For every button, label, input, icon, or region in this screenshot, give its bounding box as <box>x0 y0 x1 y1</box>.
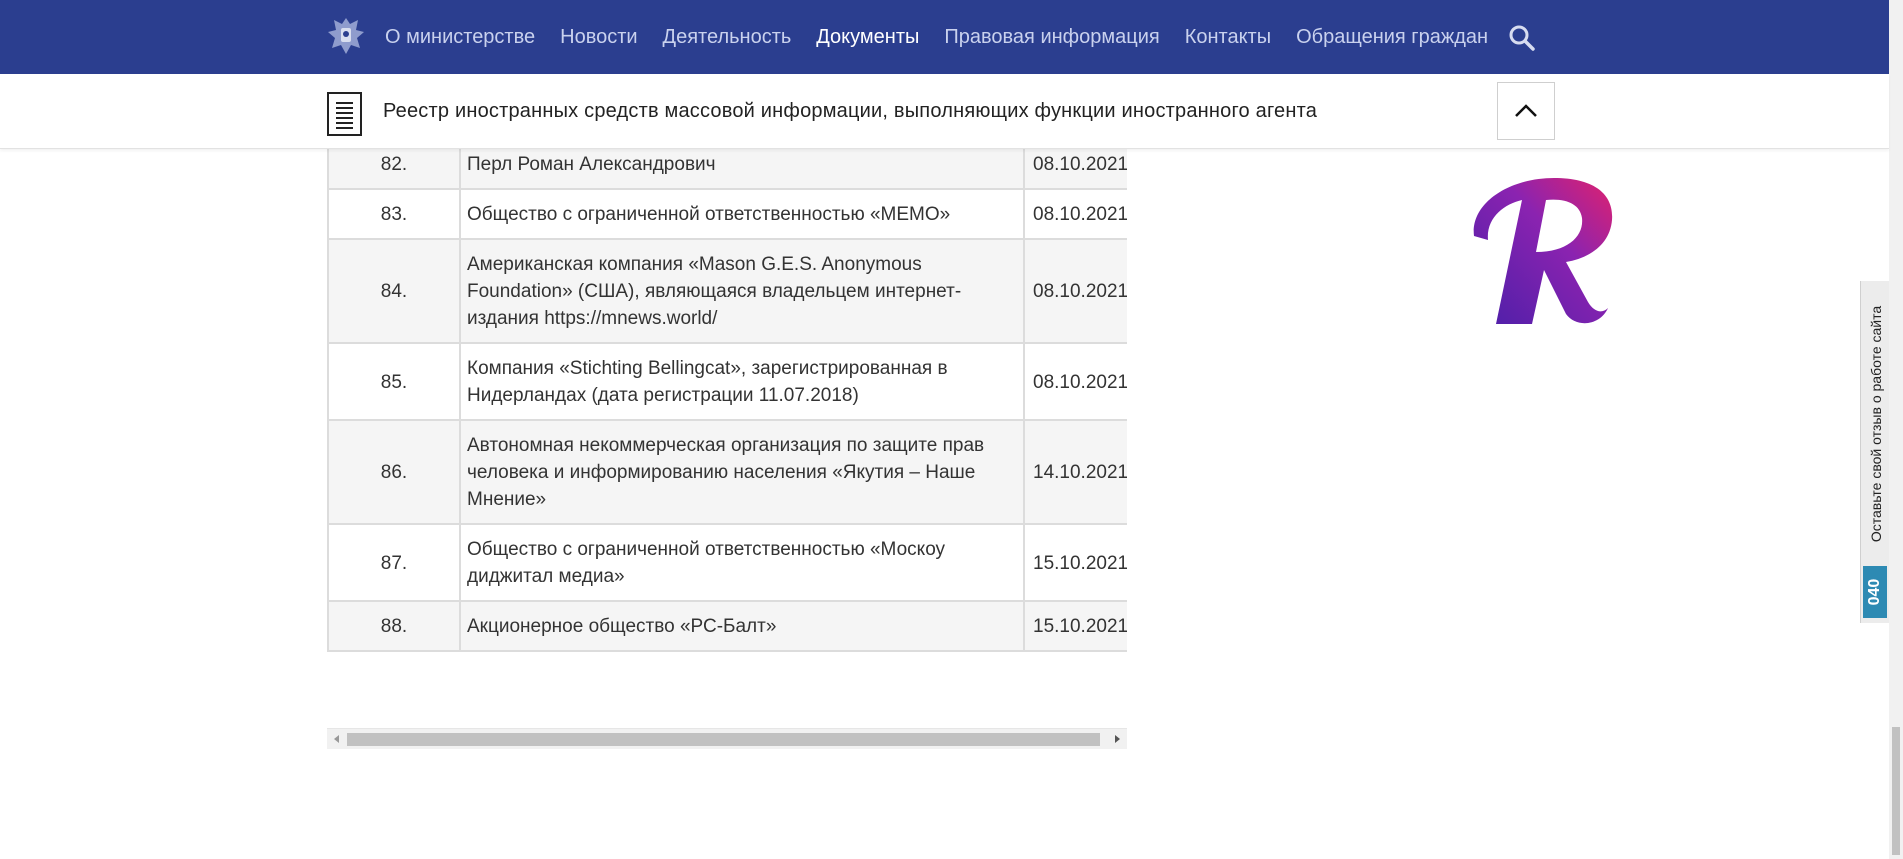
row-name-cell: Компания «Stichting Bellingcat», зарегис… <box>459 342 1025 421</box>
table-row: 83. Общество с ограниченной ответственнос… <box>327 188 1127 240</box>
feedback-counter-badge: 040 <box>1863 566 1887 618</box>
page-title: Реестр иностранных средств массовой инфо… <box>383 100 1318 122</box>
top-navigation-bar: О министерстве Новости Деятельность Докумен… <box>0 0 1889 74</box>
row-date-cell: 14.10.2021 <box>1023 419 1127 525</box>
registry-header: Реестр иностранных средств массовой инфо… <box>0 74 1889 149</box>
row-date-cell: 08.10.2021 <box>1023 188 1127 240</box>
row-name-cell: Акционерное общество «РС-Балт» <box>459 600 1025 652</box>
nav-item-4[interactable]: Правовая информация <box>944 26 1159 49</box>
search-icon[interactable] <box>1508 24 1536 52</box>
registry-table-container[interactable]: 82. Перл Роман Александрович 08.10.2021 83.… <box>327 140 1127 728</box>
table-row: 86. Автономная некоммерческая организация… <box>327 419 1127 525</box>
nav-item-5[interactable]: Контакты <box>1185 26 1271 49</box>
document-icon[interactable] <box>327 92 362 136</box>
row-name-cell: Общество с ограниченной ответственностью… <box>459 523 1025 602</box>
row-number-cell: 85. <box>327 342 461 421</box>
main-menu: О министерстве Новости Деятельность Докумен… <box>385 0 1513 74</box>
registry-table: 82. Перл Роман Александрович 08.10.2021 83.… <box>327 140 1127 652</box>
row-name-cell: Американская компания «Mason G.E.S. Anon… <box>459 238 1025 344</box>
nav-item-3[interactable]: Документы <box>816 26 919 49</box>
table-row: 85. Компания «Stichting Bellingcat», заре… <box>327 342 1127 421</box>
row-date-cell: 08.10.2021 <box>1023 238 1127 344</box>
page-vertical-scrollbar[interactable] <box>1889 0 1903 859</box>
page-scrollbar-thumb[interactable] <box>1892 727 1900 855</box>
row-date-cell: 15.10.2021 <box>1023 523 1127 602</box>
table-row: 87. Общество с ограниченной ответственнос… <box>327 523 1127 602</box>
row-date-cell: 08.10.2021 <box>1023 342 1127 421</box>
row-number-cell: 84. <box>327 238 461 344</box>
r-letter-logo <box>1473 178 1613 324</box>
feedback-label: Оставьте свой отзыв о работе сайта <box>1868 305 1884 543</box>
horizontal-scrollbar[interactable] <box>327 728 1127 749</box>
nav-item-6[interactable]: Обращения граждан <box>1296 26 1488 49</box>
row-number-cell: 83. <box>327 188 461 240</box>
nav-item-0[interactable]: О министерстве <box>385 26 535 49</box>
row-number-cell: 88. <box>327 600 461 652</box>
scroll-right-arrow-icon[interactable] <box>1110 732 1124 746</box>
feedback-tab[interactable]: Оставьте свой отзыв о работе сайта 040 <box>1860 281 1890 623</box>
row-number-cell: 87. <box>327 523 461 602</box>
row-number-cell: 86. <box>327 419 461 525</box>
row-name-cell: Общество с ограниченной ответственностью… <box>459 188 1025 240</box>
row-date-cell: 15.10.2021 <box>1023 600 1127 652</box>
nav-item-1[interactable]: Новости <box>560 26 637 49</box>
horizontal-scrollbar-thumb[interactable] <box>347 733 1100 746</box>
row-name-cell: Автономная некоммерческая организация по… <box>459 419 1025 525</box>
feedback-count: 040 <box>1866 578 1883 606</box>
scroll-up-button[interactable] <box>1497 82 1555 140</box>
table-row: 88. Акционерное общество «РС-Балт» 15.10.2… <box>327 600 1127 652</box>
table-row: 84. Американская компания «Mason G.E.S. A… <box>327 238 1127 344</box>
nav-item-2[interactable]: Деятельность <box>663 26 792 49</box>
scroll-left-arrow-icon[interactable] <box>330 732 344 746</box>
coat-of-arms-icon[interactable] <box>324 14 368 58</box>
chevron-up-icon <box>1515 104 1537 117</box>
